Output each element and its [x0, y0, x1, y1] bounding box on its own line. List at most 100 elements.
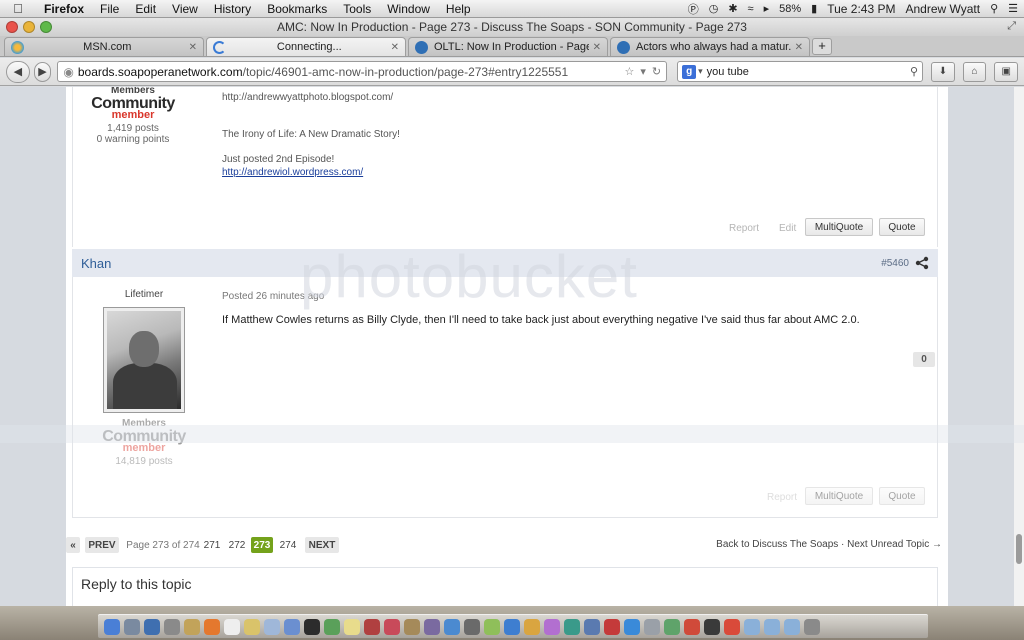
menu-file[interactable]: File [92, 2, 127, 16]
share-icon[interactable] [915, 256, 929, 270]
menu-tools[interactable]: Tools [335, 2, 379, 16]
warning-points[interactable]: 0 warning points [73, 134, 193, 145]
home-button[interactable]: ⌂ [962, 61, 987, 82]
page-link-271[interactable]: 271 [201, 537, 223, 553]
skype-icon[interactable]: Ⓟ [688, 1, 699, 17]
user-name[interactable]: Andrew Wyatt [905, 2, 980, 16]
volume-icon[interactable]: ▸ [764, 2, 770, 15]
page-link-272[interactable]: 272 [226, 537, 248, 553]
engine-dropdown-icon[interactable]: ▾ [698, 66, 703, 77]
page-scrollbar[interactable] [1014, 87, 1024, 606]
spotlight-icon[interactable]: ⚲ [990, 2, 998, 15]
quote-button[interactable]: Quote [879, 218, 925, 236]
post-number[interactable]: #5460 [881, 258, 909, 269]
disk-utility-icon[interactable] [644, 618, 660, 635]
url-bar[interactable]: ◉ boards.soapoperanetwork.com/topic/4690… [57, 61, 668, 82]
itunes-store-icon[interactable] [544, 618, 560, 635]
dropdown-arrow-icon[interactable]: ▾ [640, 65, 646, 78]
menu-bookmarks[interactable]: Bookmarks [259, 2, 335, 16]
preview-icon[interactable] [464, 618, 480, 635]
facetime-icon[interactable] [284, 618, 300, 635]
wifi-icon[interactable]: ≈ [748, 3, 754, 15]
tab-oltl[interactable]: OLTL: Now In Production - Page... ✕ [408, 37, 608, 56]
tab-connecting[interactable]: Connecting... ✕ [206, 37, 406, 56]
menu-history[interactable]: History [206, 2, 259, 16]
launchpad-icon[interactable] [124, 618, 140, 635]
search-icon[interactable]: ⚲ [910, 65, 918, 78]
menu-help[interactable]: Help [438, 2, 479, 16]
battery-percent[interactable]: 58% [779, 3, 801, 15]
multiquote-button[interactable]: MultiQuote [805, 487, 873, 505]
avatar[interactable] [103, 307, 185, 413]
reload-icon[interactable]: ↻ [652, 65, 661, 78]
page-link-274[interactable]: 274 [277, 537, 299, 553]
zoom-window-button[interactable] [40, 21, 52, 33]
downloads-button[interactable]: ⬇ [931, 61, 955, 82]
close-window-button[interactable] [6, 21, 18, 33]
fullscreen-icon[interactable]: ⤢ [1007, 20, 1016, 33]
minimize-window-button[interactable] [23, 21, 35, 33]
trash-icon[interactable] [804, 618, 820, 635]
site-identity-icon[interactable]: ◉ [63, 65, 73, 79]
downloads-folder-icon[interactable] [784, 618, 800, 635]
post-author[interactable]: Khan [81, 256, 111, 271]
iphoto-icon[interactable] [324, 618, 340, 635]
garageband-icon[interactable] [404, 618, 420, 635]
pages-icon[interactable] [524, 618, 540, 635]
reputation-counter[interactable]: 0 [913, 352, 935, 367]
tab-close-icon[interactable]: ✕ [795, 42, 803, 53]
notification-center-icon[interactable]: ☰ [1008, 2, 1018, 15]
contacts-icon[interactable] [184, 618, 200, 635]
post-timestamp[interactable]: Posted 26 minutes ago [222, 291, 324, 302]
imovie-icon[interactable] [424, 618, 440, 635]
menu-view[interactable]: View [164, 2, 206, 16]
back-button[interactable]: ◀ [6, 60, 30, 83]
bookmark-star-icon[interactable]: ☆ [625, 65, 635, 78]
documents-folder-icon[interactable] [764, 618, 780, 635]
menu-window[interactable]: Window [379, 2, 438, 16]
battery-icon[interactable]: ▮ [811, 2, 817, 15]
clock[interactable]: Tue 2:43 PM [827, 2, 895, 16]
word-icon[interactable] [504, 618, 520, 635]
menu-edit[interactable]: Edit [127, 2, 164, 16]
applications-folder-icon[interactable] [744, 618, 760, 635]
notes-icon[interactable] [244, 618, 260, 635]
tab-msn[interactable]: MSN.com ✕ [4, 37, 204, 56]
search-box[interactable]: g ▾ you tube ⚲ [677, 61, 924, 82]
messages-icon[interactable] [264, 618, 280, 635]
signature-link[interactable]: http://andrewwyattphoto.blogspot.com/ [222, 92, 393, 103]
time-machine-icon[interactable]: ◷ [709, 2, 719, 15]
next-page-button[interactable]: NEXT [305, 537, 339, 553]
tab-close-icon[interactable]: ✕ [189, 42, 197, 53]
prev-page-button[interactable]: PREV [85, 537, 119, 553]
bluetooth-icon[interactable]: ✱ [728, 2, 737, 15]
maps-icon[interactable] [564, 618, 580, 635]
utorrent-icon[interactable] [664, 618, 680, 635]
new-tab-button[interactable]: + [812, 38, 832, 55]
photo-app-icon[interactable] [364, 618, 380, 635]
quote-button[interactable]: Quote [879, 487, 925, 505]
photo-booth-icon[interactable] [304, 618, 320, 635]
menu-app-firefox[interactable]: Firefox [36, 2, 92, 16]
search-input[interactable]: you tube [707, 66, 910, 78]
tab-close-icon[interactable]: ✕ [593, 42, 601, 53]
tab-close-icon[interactable]: ✕ [391, 42, 399, 53]
multiquote-button[interactable]: MultiQuote [805, 218, 873, 236]
stickies-icon[interactable] [344, 618, 360, 635]
finder-icon[interactable] [104, 618, 120, 635]
report-button[interactable]: Report [767, 492, 797, 503]
firefox-icon[interactable] [204, 618, 220, 635]
red-app-icon[interactable] [684, 618, 700, 635]
forward-button[interactable]: ▶ [33, 61, 52, 82]
numbers-icon[interactable] [484, 618, 500, 635]
addon-menu-button[interactable]: ▣ [994, 61, 1018, 82]
chrome-icon[interactable] [724, 618, 740, 635]
signature-link[interactable]: http://andrewiol.wordpress.com/ [222, 167, 363, 178]
report-button[interactable]: Report [729, 223, 759, 234]
back-to-forum-link[interactable]: Back to Discuss The Soaps · Next Unread … [716, 539, 942, 550]
acrobat-icon[interactable] [604, 618, 620, 635]
scrollbar-thumb[interactable] [1016, 534, 1022, 564]
edit-button[interactable]: Edit [779, 223, 796, 234]
safari-icon[interactable] [444, 618, 460, 635]
first-page-button[interactable]: « [66, 537, 80, 553]
